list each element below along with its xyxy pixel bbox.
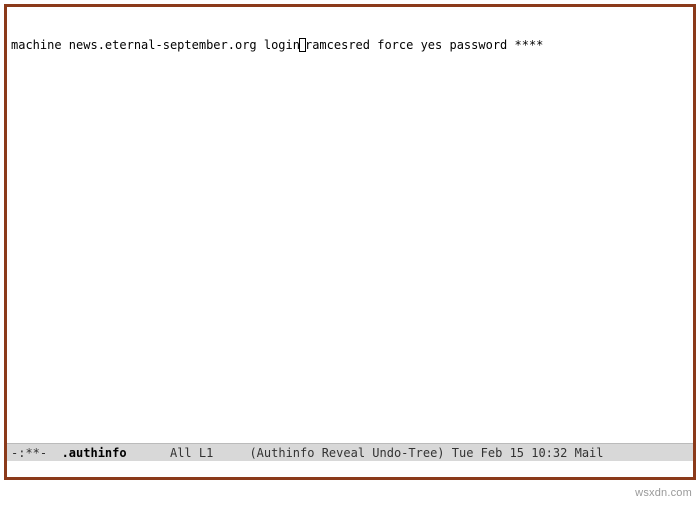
text-before-cursor: machine news.eternal-september.org login [11,38,300,52]
mode-line[interactable]: -:**- .authinfo All L1 (Authinfo Reveal … [7,443,693,461]
text-after-cursor: ramcesred force yes password **** [305,38,543,52]
minibuffer[interactable] [7,461,693,477]
buffer-name: .authinfo [62,446,127,460]
buffer-line: machine news.eternal-september.org login… [11,37,689,53]
modeline-position: All L1 [170,446,213,460]
modeline-status: -:**- [11,446,47,460]
watermark-text: wsxdn.com [635,487,692,499]
modeline-mail: Mail [575,446,604,460]
emacs-window-frame: machine news.eternal-september.org login… [4,4,696,480]
editor-buffer[interactable]: machine news.eternal-september.org login… [7,7,693,443]
modeline-modes: (Authinfo Reveal Undo-Tree) [249,446,444,460]
modeline-datetime: Tue Feb 15 10:32 [452,446,568,460]
